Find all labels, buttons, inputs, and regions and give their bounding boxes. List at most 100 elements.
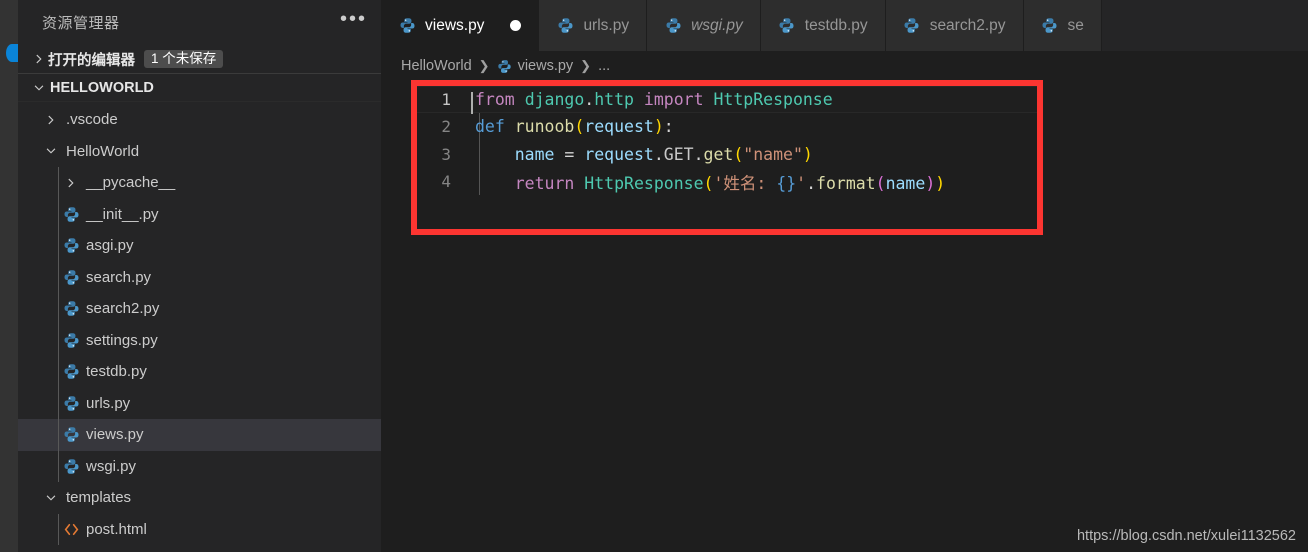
tree-item-label: templates (66, 489, 132, 507)
tree-item-wsgi-py[interactable]: wsgi.py (18, 450, 381, 482)
code-line-text: name = request.GET.get("name") (514, 144, 813, 164)
indent-guide (58, 513, 59, 545)
section-workspace-root[interactable]: HELLOWORLD (18, 74, 381, 102)
editor-tab-label: wsgi.py (691, 16, 743, 34)
unsaved-count-badge: 1 个未保存 (144, 49, 224, 69)
python-file-icon (398, 17, 416, 35)
code-line-3[interactable]: 3 name = request.GET.get("name") (417, 141, 1037, 168)
python-file-icon (62, 237, 80, 255)
more-actions-icon[interactable]: ••• (340, 9, 367, 32)
breadcrumb: HelloWorld ❯ views.py ❯ ... (381, 51, 1308, 80)
python-file-icon (62, 457, 80, 475)
unsaved-indicator-dot[interactable] (510, 20, 522, 31)
file-tree: .vscode HelloWorld __pycache__ __init__.pya… (18, 102, 381, 552)
indent-guide (58, 261, 59, 293)
python-file-icon (664, 17, 682, 35)
breadcrumb-ellipsis[interactable]: ... (598, 58, 610, 74)
python-file-icon (1041, 17, 1059, 35)
chevron-down-icon (42, 489, 60, 507)
explorer-sidebar: 资源管理器 ••• 打开的编辑器 1 个未保存 HELLOWORLD .vsco… (18, 0, 381, 552)
editor-tab-urls-py[interactable]: urls.py (539, 0, 648, 51)
editor-tab-label: views.py (425, 16, 485, 34)
indent-guide (58, 167, 59, 199)
editor-tab-bar: views.py urls.py wsgi.py testdb.py search2.p… (381, 0, 1308, 51)
code-line-4[interactable]: 4 return HttpResponse('姓名: {}'.format(na… (417, 168, 1037, 195)
indent-guide (58, 450, 59, 482)
python-file-icon (556, 17, 574, 35)
python-file-icon (62, 300, 80, 318)
code-line-2[interactable]: 2 def runoob(request): (417, 113, 1037, 140)
tree-item-label: __pycache__ (86, 174, 176, 192)
editor-tab-views-py[interactable]: views.py (381, 0, 540, 51)
editor-tab-label: urls.py (583, 16, 630, 34)
tree-item--pycache-[interactable]: __pycache__ (18, 167, 381, 199)
workspace-root-label: HELLOWORLD (50, 79, 154, 96)
line-number: 3 (441, 144, 451, 164)
line-number: 2 (441, 117, 451, 137)
open-editors-label: 打开的编辑器 (48, 52, 135, 69)
indent-guide (58, 230, 59, 262)
tree-item-search2-py[interactable]: search2.py (18, 293, 381, 325)
tree-item-label: testdb.py (86, 363, 147, 381)
indent-guide (58, 387, 59, 419)
breadcrumb-root[interactable]: HelloWorld (401, 58, 472, 74)
section-open-editors[interactable]: 打开的编辑器 1 个未保存 (18, 45, 381, 74)
chevron-down-icon (30, 79, 48, 97)
editor-group: views.py urls.py wsgi.py testdb.py search2.p… (381, 0, 1308, 552)
code-line-1[interactable]: 1 from django.http import HttpResponse (417, 86, 1037, 115)
line-number: 4 (441, 172, 451, 192)
tree-item-label: settings.py (86, 331, 158, 349)
python-file-icon (903, 17, 921, 35)
python-file-icon (62, 363, 80, 381)
editor-tab-wsgi-py[interactable]: wsgi.py (647, 0, 761, 51)
editor-tab-label: search2.py (929, 16, 1006, 34)
indent-guide (58, 324, 59, 356)
line-number: 1 (441, 90, 451, 110)
chevron-right-icon: ❯ (580, 57, 592, 73)
tree-item-label: asgi.py (86, 237, 134, 255)
tree-item-asgi-py[interactable]: asgi.py (18, 230, 381, 262)
code-editor[interactable]: 1 from django.http import HttpResponse 2… (381, 80, 1308, 552)
tree-item-templates[interactable]: templates (18, 482, 381, 514)
tree-item-label: search.py (86, 268, 152, 286)
tree-item-testdb-py[interactable]: testdb.py (18, 356, 381, 388)
editor-tab-label: se (1067, 16, 1084, 34)
explorer-title-row: 资源管理器 ••• (18, 0, 381, 45)
explorer-activity-icon[interactable] (6, 44, 18, 62)
breadcrumb-file[interactable]: views.py (518, 58, 574, 74)
vscode-window: 资源管理器 ••• 打开的编辑器 1 个未保存 HELLOWORLD .vsco… (0, 0, 1308, 552)
editor-tab-se[interactable]: se (1023, 0, 1102, 51)
indent-guide (58, 419, 59, 451)
tree-item-settings-py[interactable]: settings.py (18, 324, 381, 356)
tree-item-label: post.html (86, 520, 147, 538)
tree-item-search-py[interactable]: search.py (18, 261, 381, 293)
tree-item-label: __init__.py (86, 205, 159, 223)
watermark-text: https://blog.csdn.net/xulei1132562 (1076, 528, 1296, 544)
python-file-icon (62, 394, 80, 412)
code-line-text: return HttpResponse('姓名: {}'.format(name… (514, 173, 946, 193)
tree-item--vscode[interactable]: .vscode (18, 104, 381, 136)
python-file-icon (62, 426, 80, 444)
tree-item--init-py[interactable]: __init__.py (18, 198, 381, 230)
tree-item-urls-py[interactable]: urls.py (18, 387, 381, 419)
tree-item-views-py[interactable]: views.py (18, 419, 381, 451)
html-file-icon (62, 520, 80, 538)
tree-item-label: search2.py (86, 300, 160, 318)
chevron-right-icon (30, 50, 48, 68)
indent-guide (58, 293, 59, 325)
tree-item-helloworld[interactable]: HelloWorld (18, 136, 381, 168)
explorer-title: 资源管理器 (42, 15, 120, 32)
tree-item-post-html[interactable]: post.html (18, 513, 381, 545)
editor-tab-search2-py[interactable]: search2.py (885, 0, 1024, 51)
code-content[interactable]: 1 from django.http import HttpResponse 2… (417, 86, 1037, 229)
python-file-icon (62, 268, 80, 286)
chevron-right-icon (42, 111, 60, 129)
code-line-text: def runoob(request): (475, 117, 674, 137)
text-cursor (471, 92, 473, 115)
tree-item-label: HelloWorld (66, 142, 140, 160)
python-file-icon (497, 59, 513, 75)
python-file-icon (62, 331, 80, 349)
editor-tab-testdb-py[interactable]: testdb.py (760, 0, 886, 51)
tree-item-label: .vscode (66, 111, 118, 129)
indent-guide (58, 356, 59, 388)
